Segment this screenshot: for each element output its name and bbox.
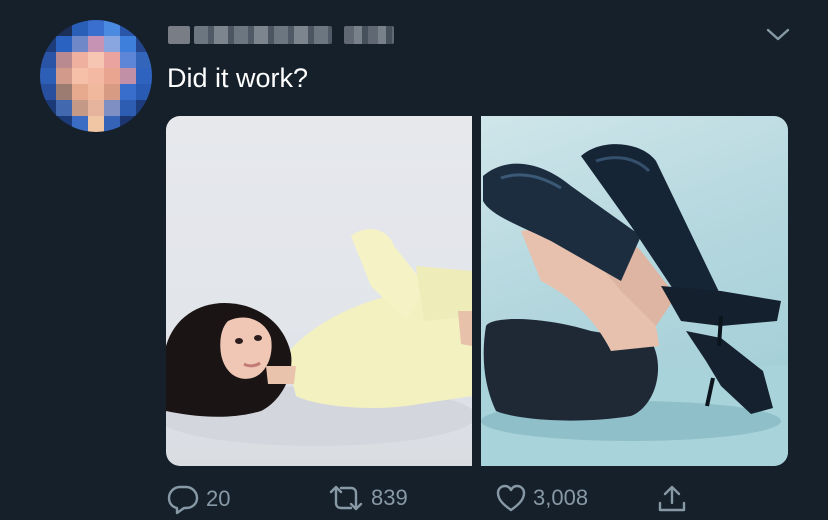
photo-woman-lying-yellow-sweater: [166, 229, 472, 446]
retweet-icon: [329, 485, 363, 511]
share-icon: [658, 485, 686, 512]
retweet-button[interactable]: 839: [327, 483, 408, 513]
reply-button[interactable]: 20: [166, 483, 230, 515]
tweet-menu-button[interactable]: [762, 22, 794, 48]
reply-count: 20: [206, 486, 231, 511]
like-button[interactable]: 3,008: [495, 483, 588, 513]
author-name-obscured[interactable]: [168, 22, 394, 48]
obscured-name-fragment: [168, 26, 190, 44]
tweet-photo-2[interactable]: [481, 116, 788, 466]
reply-icon: [167, 485, 199, 515]
photo-woman-black-boots: [481, 144, 788, 466]
tweet-photo-1[interactable]: [166, 116, 472, 466]
obscured-name-fragment: [194, 26, 332, 44]
tweet-text: Did it work?: [167, 63, 309, 93]
chevron-down-icon: [766, 28, 790, 41]
tweet-actions: 20 839 3,008: [166, 480, 706, 520]
heart-icon: [496, 484, 526, 512]
tweet: Did it work? 20 839 3,008: [0, 0, 828, 519]
tweet-media: [166, 116, 788, 466]
like-count: 3,008: [533, 485, 589, 510]
share-button[interactable]: [656, 483, 688, 515]
pixelated-avatar-image: [40, 20, 152, 132]
retweet-count: 839: [371, 485, 408, 510]
obscured-handle-fragment: [344, 26, 394, 44]
avatar[interactable]: [40, 20, 152, 132]
